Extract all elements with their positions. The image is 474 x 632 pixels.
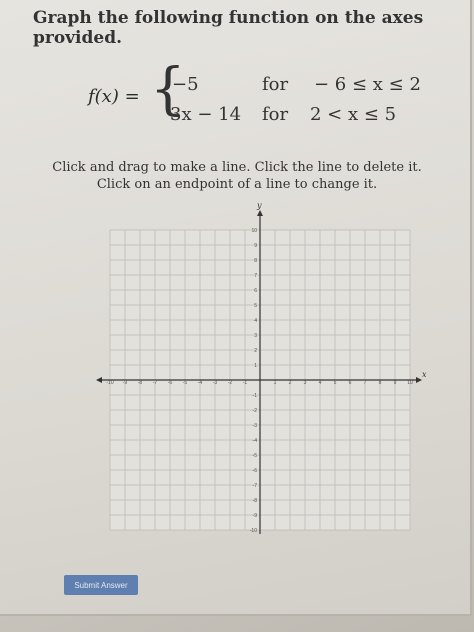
y-tick-label: 2 — [254, 348, 257, 354]
x-tick-label: 1 — [274, 380, 277, 386]
y-tick-label: -7 — [253, 483, 258, 489]
y-tick-label: 8 — [254, 258, 257, 264]
piece-1-condition: − 6 ≤ x ≤ 2 — [314, 74, 421, 95]
x-tick-label: -7 — [153, 380, 158, 386]
x-axis-label: x — [422, 370, 427, 379]
y-tick-label: -4 — [253, 438, 258, 444]
x-tick-label: -10 — [106, 380, 113, 386]
x-tick-label: 2 — [289, 380, 292, 386]
piece-1-for: for — [262, 74, 289, 95]
y-tick-label: -8 — [253, 498, 258, 504]
y-tick-label: -6 — [253, 468, 258, 474]
instruction-line-2: Click on an endpoint of a line to change… — [96, 177, 378, 192]
x-tick-label: -5 — [183, 380, 188, 386]
question-prompt: Graph the following function on the axes… — [33, 8, 424, 48]
x-tick-label: -8 — [138, 380, 143, 386]
x-tick-label: 6 — [349, 380, 352, 386]
x-tick-label: -6 — [168, 380, 173, 386]
x-tick-label: 9 — [394, 380, 397, 386]
x-tick-label: 7 — [364, 380, 367, 386]
coordinate-grid[interactable]: x y -10 -9 -8 -7 -6 -5 -4 -3 -2 -1 1 2 3 4 5 6 7 8 9 10 10 9 8 7 6… — [96, 200, 436, 540]
submit-answer-button[interactable]: Submit Answer — [64, 575, 138, 595]
y-tick-label: -3 — [253, 423, 258, 429]
x-tick-label: 10 — [407, 380, 413, 386]
y-tick-label: 5 — [254, 303, 257, 309]
piece-2-expression: 3x − 14 — [170, 104, 242, 125]
y-axis-label: y — [256, 201, 262, 210]
y-tick-label: 9 — [254, 243, 257, 249]
y-tick-label: 4 — [254, 318, 257, 324]
x-tick-label: -4 — [198, 380, 203, 386]
x-tick-label: 4 — [319, 380, 322, 386]
function-name: f(x) = — [88, 86, 140, 107]
x-tick-label: 5 — [334, 380, 337, 386]
instruction-line-1: Click and drag to make a line. Click the… — [52, 160, 422, 175]
y-tick-label: 3 — [254, 333, 257, 339]
x-tick-label: -1 — [243, 380, 248, 386]
y-tick-label: 10 — [251, 228, 257, 234]
x-tick-label: -9 — [123, 380, 128, 386]
x-tick-label: 8 — [379, 380, 382, 386]
y-tick-label: -2 — [253, 408, 258, 414]
x-tick-label: -2 — [228, 380, 233, 386]
x-axis-left-arrow — [96, 377, 102, 383]
x-tick-label: -3 — [213, 380, 218, 386]
y-tick-label: -9 — [253, 513, 258, 519]
graph-area[interactable]: x y -10 -9 -8 -7 -6 -5 -4 -3 -2 -1 1 2 3 4 5 6 7 8 9 10 10 9 8 7 6… — [96, 200, 436, 540]
y-tick-label: -10 — [250, 528, 257, 534]
piece-1-expression: −5 — [172, 74, 199, 95]
piece-2-condition: 2 < x ≤ 5 — [310, 104, 397, 125]
piece-2-for: for — [262, 104, 289, 125]
y-tick-label: 7 — [254, 273, 257, 279]
y-axis-top-arrow — [257, 210, 263, 216]
y-tick-label: 6 — [254, 288, 257, 294]
y-tick-label: 1 — [254, 363, 257, 369]
x-tick-label: 3 — [304, 380, 307, 386]
y-tick-label: -1 — [253, 393, 258, 399]
question-card: Graph the following function on the axes… — [0, 0, 472, 616]
y-tick-label: -5 — [253, 453, 258, 459]
